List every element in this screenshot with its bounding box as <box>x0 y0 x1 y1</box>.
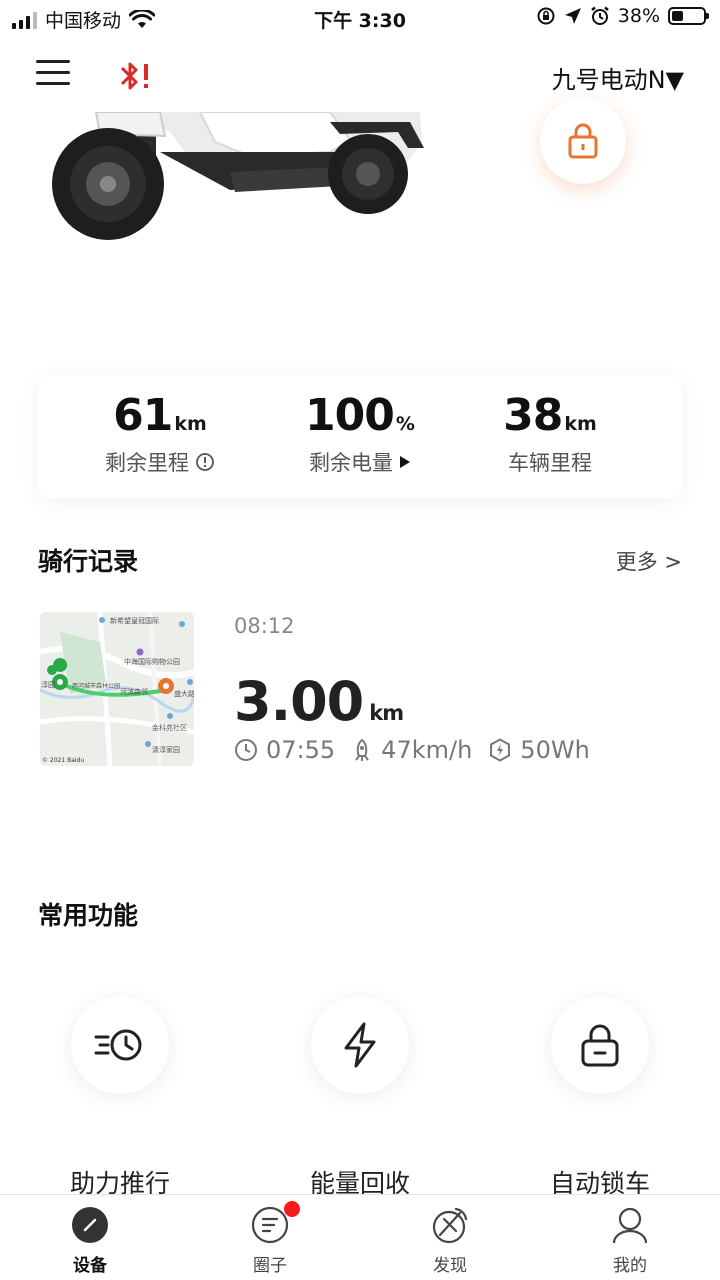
odometer-value: 38 <box>503 390 563 441</box>
function-push-assist[interactable]: 助力推行 <box>0 996 240 1198</box>
map-copyright: © 2021 Baidu <box>42 757 84 764</box>
discover-icon <box>432 1207 468 1244</box>
app-page: 中国移动 下午 3:30 38% 九号电动N▼ 61 km 剩余里程 100 %… <box>0 0 720 1280</box>
battery-fill <box>672 11 684 21</box>
clock-icon <box>235 739 257 761</box>
function-auto-lock[interactable]: 自动锁车 <box>480 996 720 1198</box>
tab-device[interactable]: 设备 <box>0 1205 180 1276</box>
status-bar: 中国移动 下午 3:30 38% <box>0 0 720 38</box>
menu-button[interactable] <box>36 60 70 90</box>
ride-duration: 07:55 <box>266 736 336 764</box>
device-icon <box>72 1207 108 1243</box>
ride-distance-value: 3.00 <box>234 670 364 733</box>
map-label: 金科苑社区 <box>152 723 187 732</box>
ride-start-time: 08:12 <box>234 614 295 638</box>
odometer-label: 车辆里程 <box>508 451 592 475</box>
battery-percent: 38% <box>617 5 660 27</box>
ride-max-speed: 47km/h <box>381 736 473 764</box>
remaining-range-unit: km <box>174 413 207 435</box>
vehicle-stats-card: 61 km 剩余里程 100% 剩余电量 38 km 车辆里程 <box>38 376 682 498</box>
battery-icon <box>668 7 709 25</box>
remaining-range-value: 61 <box>113 390 173 441</box>
play-arrow-icon <box>400 456 410 468</box>
map-label: 中海国际购物公园 <box>124 657 180 666</box>
tab-community-label: 圈子 <box>253 1256 287 1276</box>
rocket-icon <box>355 738 369 761</box>
tab-community[interactable]: 圈子 <box>180 1201 360 1276</box>
ride-records-more-link[interactable]: 更多 > <box>616 546 682 576</box>
rotation-lock-icon <box>537 7 555 25</box>
vehicle-selector[interactable]: 九号电动N▼ <box>552 60 684 95</box>
menu-icon-bar <box>36 82 70 85</box>
energy-hexagon-icon <box>490 738 511 762</box>
energy-recovery-button[interactable] <box>311 996 409 1094</box>
function-energy-recovery[interactable]: 能量回收 <box>240 996 480 1198</box>
location-arrow-icon <box>564 8 581 24</box>
ride-distance-unit: km <box>369 701 404 725</box>
remaining-range-label: 剩余里程 <box>105 451 189 475</box>
tab-device-label: 设备 <box>73 1256 107 1276</box>
ride-energy: 50Wh <box>520 736 590 764</box>
menu-icon-bar <box>36 60 70 63</box>
ride-distance: 3.00 km <box>234 670 404 733</box>
remaining-battery-unit: % <box>395 413 415 435</box>
map-label: 盛大路 <box>174 689 194 698</box>
notification-badge <box>284 1201 300 1217</box>
map-label: 清淳家园 <box>152 745 180 754</box>
remaining-battery-label: 剩余电量 <box>309 451 393 475</box>
push-assist-button[interactable] <box>71 996 169 1094</box>
top-header: 九号电动N▼ <box>0 40 720 112</box>
menu-icon-bar <box>36 71 70 74</box>
common-functions-title: 常用功能 <box>38 901 139 930</box>
auto-lock-icon <box>581 1024 619 1067</box>
alarm-icon <box>590 6 609 25</box>
odometer-unit: km <box>564 413 597 435</box>
lock-icon <box>568 123 598 159</box>
profile-icon <box>612 1207 648 1244</box>
bottom-tab-bar: 设备 圈子 发现 我的 <box>0 1194 720 1280</box>
bluetooth-disconnected-icon[interactable] <box>116 58 156 94</box>
remaining-battery-value: 100 <box>305 390 395 441</box>
lock-button[interactable] <box>540 98 626 184</box>
push-assist-icon <box>94 1029 142 1061</box>
tab-discover[interactable]: 发现 <box>360 1205 540 1276</box>
map-graphic: 新希望皇冠国际 中海国际购物公园 两河城市森林公园 河滨森邻 盛大路 金科苑社区… <box>40 612 194 766</box>
stat-remaining-battery[interactable]: 100% 剩余电量 <box>260 390 460 477</box>
tab-discover-label: 发现 <box>433 1256 467 1276</box>
info-icon[interactable] <box>195 452 215 472</box>
ride-records-title: 骑行记录 <box>38 547 139 576</box>
stat-odometer: 38 km 车辆里程 <box>450 390 650 477</box>
tab-profile-label: 我的 <box>613 1256 647 1276</box>
auto-lock-button[interactable] <box>551 996 649 1094</box>
ride-route-map[interactable]: 新希望皇冠国际 中海国际购物公园 两河城市森林公园 河滨森邻 盛大路 金科苑社区… <box>40 612 194 766</box>
map-label: 两河城市森林公园 <box>72 682 120 690</box>
tab-profile[interactable]: 我的 <box>540 1205 720 1276</box>
stat-remaining-range[interactable]: 61 km 剩余里程 <box>60 390 260 477</box>
ride-meta: 07:55 47km/h 50Wh <box>234 736 606 764</box>
map-label: 新希望皇冠国际 <box>110 616 159 625</box>
status-right: 38% <box>536 5 709 27</box>
lightning-icon <box>344 1022 376 1068</box>
map-label: 淳园 <box>41 680 55 689</box>
map-label: 河滨森邻 <box>120 687 148 696</box>
